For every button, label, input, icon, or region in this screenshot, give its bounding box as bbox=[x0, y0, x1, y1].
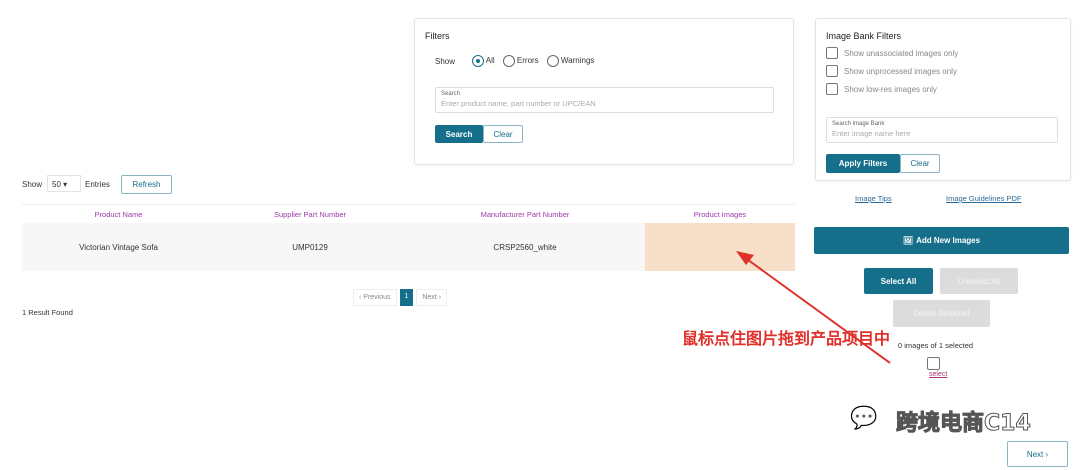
table-header: Product Name Supplier Part Number Manufa… bbox=[22, 204, 795, 223]
radio-warnings[interactable]: Warnings bbox=[546, 55, 594, 67]
entries-select[interactable]: 50 ▾ bbox=[47, 175, 81, 192]
watermark: 跨境电商C14 bbox=[896, 411, 1032, 437]
filters-title: Filters bbox=[425, 31, 450, 41]
apply-filters-button[interactable]: Apply Filters bbox=[826, 154, 900, 173]
search-placeholder: Enter product name, part number or UPC/E… bbox=[441, 99, 596, 108]
next-button[interactable]: Next › bbox=[1007, 441, 1068, 467]
refresh-button[interactable]: Refresh bbox=[121, 175, 172, 194]
show-label: Show bbox=[435, 57, 456, 66]
pagination: ‹ Previous 1 Next › bbox=[353, 289, 448, 306]
result-count: 1 Result Found bbox=[22, 308, 73, 317]
table-row[interactable]: Victorian Vintage Sofa UMP0129 CRSP2560_… bbox=[22, 223, 795, 271]
image-search-input[interactable]: Search image Bank Enter image name here bbox=[826, 117, 1058, 143]
image-clear-button[interactable]: Clear bbox=[900, 154, 940, 173]
image-icon: 🖼 bbox=[902, 236, 914, 245]
previous-button[interactable]: ‹ Previous bbox=[353, 289, 397, 306]
unselect-all-button[interactable]: Unselect All bbox=[940, 268, 1018, 294]
annotation-text: 鼠标点住图片拖到产品项目中 bbox=[682, 329, 891, 348]
check-unprocessed[interactable]: Show unprocessed images only bbox=[826, 65, 958, 77]
selected-count: 0 images of 1 selected bbox=[898, 341, 974, 350]
image-tips-link[interactable]: Image Tips bbox=[855, 194, 892, 203]
products-table: Product Name Supplier Part Number Manufa… bbox=[22, 204, 795, 271]
filters-panel: Filters Show All Errors Warnings Search … bbox=[414, 18, 794, 165]
page-1-button[interactable]: 1 bbox=[399, 289, 414, 306]
radio-errors[interactable]: Errors bbox=[502, 55, 539, 67]
image-select-label[interactable]: select bbox=[929, 371, 947, 378]
image-bank-title: Image Bank Filters bbox=[826, 31, 902, 41]
radio-all[interactable]: All bbox=[472, 55, 495, 67]
next-page-button[interactable]: Next › bbox=[416, 289, 448, 306]
image-checkbox[interactable] bbox=[927, 357, 940, 370]
radio-group: All Errors Warnings bbox=[472, 55, 594, 67]
show-entries-label: Show bbox=[22, 180, 43, 189]
check-lowres[interactable]: Show low-res images only bbox=[826, 83, 958, 95]
chevron-down-icon: ▾ bbox=[63, 180, 68, 189]
image-guidelines-link[interactable]: Image Guidelines PDF bbox=[946, 194, 1021, 203]
search-input[interactable]: Search Enter product name, part number o… bbox=[435, 87, 774, 113]
delete-selected-button[interactable]: Delete Selected bbox=[893, 300, 990, 327]
search-button[interactable]: Search bbox=[435, 125, 483, 143]
annotation-arrow bbox=[736, 251, 891, 364]
wechat-icon: 💬 bbox=[850, 405, 878, 430]
image-bank-panel: Image Bank Filters Show unassociated ima… bbox=[815, 18, 1071, 181]
check-unassociated[interactable]: Show unassociated images only bbox=[826, 47, 958, 59]
entries-label: Entries bbox=[85, 180, 110, 189]
search-label: Search bbox=[441, 91, 461, 97]
clear-button[interactable]: Clear bbox=[483, 125, 523, 143]
